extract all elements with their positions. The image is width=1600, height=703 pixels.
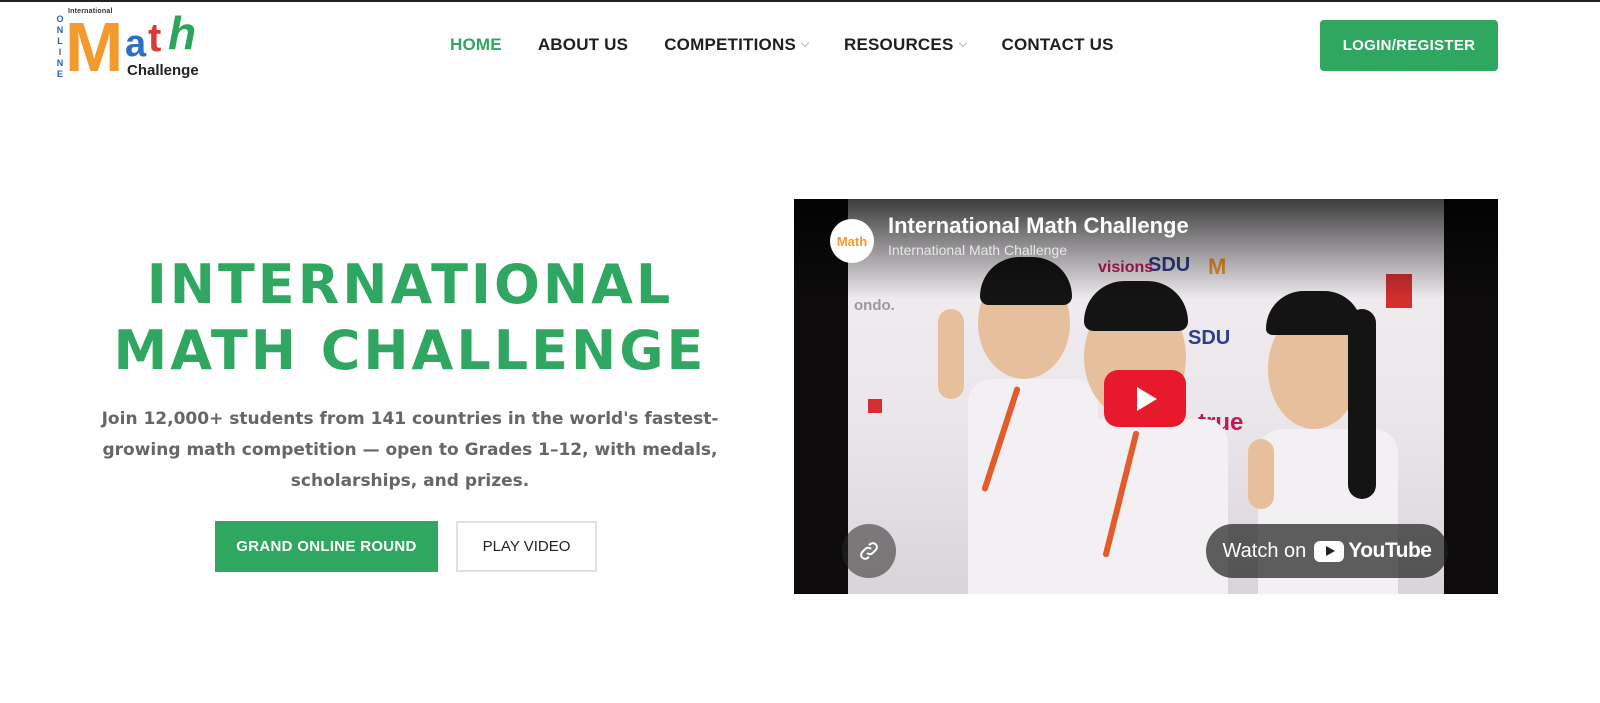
logo-letter-a: a bbox=[125, 23, 147, 65]
backdrop-logo: ondo. bbox=[854, 297, 895, 314]
nav-competitions[interactable]: COMPETITIONS bbox=[664, 35, 810, 55]
play-icon[interactable] bbox=[1104, 370, 1186, 427]
main-nav: HOME ABOUT US COMPETITIONS RESOURCES CON… bbox=[450, 35, 1150, 55]
site-logo[interactable]: International O N L I N E M a t h Challe… bbox=[55, 8, 205, 82]
logo-letter-h: h bbox=[168, 7, 197, 59]
watch-on-youtube-button[interactable]: Watch on YouTube bbox=[1206, 524, 1448, 578]
channel-avatar[interactable]: Math bbox=[830, 219, 874, 263]
copy-link-icon[interactable] bbox=[842, 524, 896, 578]
video-channel-name[interactable]: International Math Challenge bbox=[888, 242, 1067, 258]
youtube-video-embed[interactable]: SDU M SDU true visions ondo. Math Intern… bbox=[794, 199, 1498, 594]
logo-letter-m: M bbox=[65, 8, 123, 86]
nav-about-us[interactable]: ABOUT US bbox=[538, 35, 628, 55]
logo-challenge-text: Challenge bbox=[127, 62, 199, 79]
logo-online-text: O N L I N E bbox=[56, 14, 64, 79]
backdrop-logo: SDU bbox=[1188, 327, 1231, 349]
youtube-logo-icon bbox=[1314, 540, 1345, 562]
backdrop-logo bbox=[868, 399, 882, 413]
site-header: International O N L I N E M a t h Challe… bbox=[0, 2, 1600, 92]
grand-online-round-button[interactable]: GRAND ONLINE ROUND bbox=[215, 521, 438, 572]
child-figure bbox=[1078, 419, 1228, 594]
hero-title-line-2: MATH CHALLENGE bbox=[113, 319, 707, 382]
hero-title-line-1: INTERNATIONAL bbox=[146, 253, 674, 316]
logo-letter-t: t bbox=[148, 16, 162, 60]
nav-home[interactable]: HOME bbox=[450, 35, 502, 55]
chevron-down-icon bbox=[800, 38, 810, 48]
nav-contact-us[interactable]: CONTACT US bbox=[1002, 35, 1114, 55]
chevron-down-icon bbox=[958, 38, 967, 48]
video-title[interactable]: International Math Challenge bbox=[888, 213, 1189, 239]
login-register-button[interactable]: LOGIN/REGISTER bbox=[1320, 20, 1498, 71]
hero-title: INTERNATIONAL MATH CHALLENGE bbox=[100, 252, 720, 384]
nav-resources[interactable]: RESOURCES bbox=[844, 35, 967, 55]
play-video-button[interactable]: PLAY VIDEO bbox=[456, 521, 597, 572]
hero-description: Join 12,000+ students from 141 countries… bbox=[101, 409, 719, 491]
